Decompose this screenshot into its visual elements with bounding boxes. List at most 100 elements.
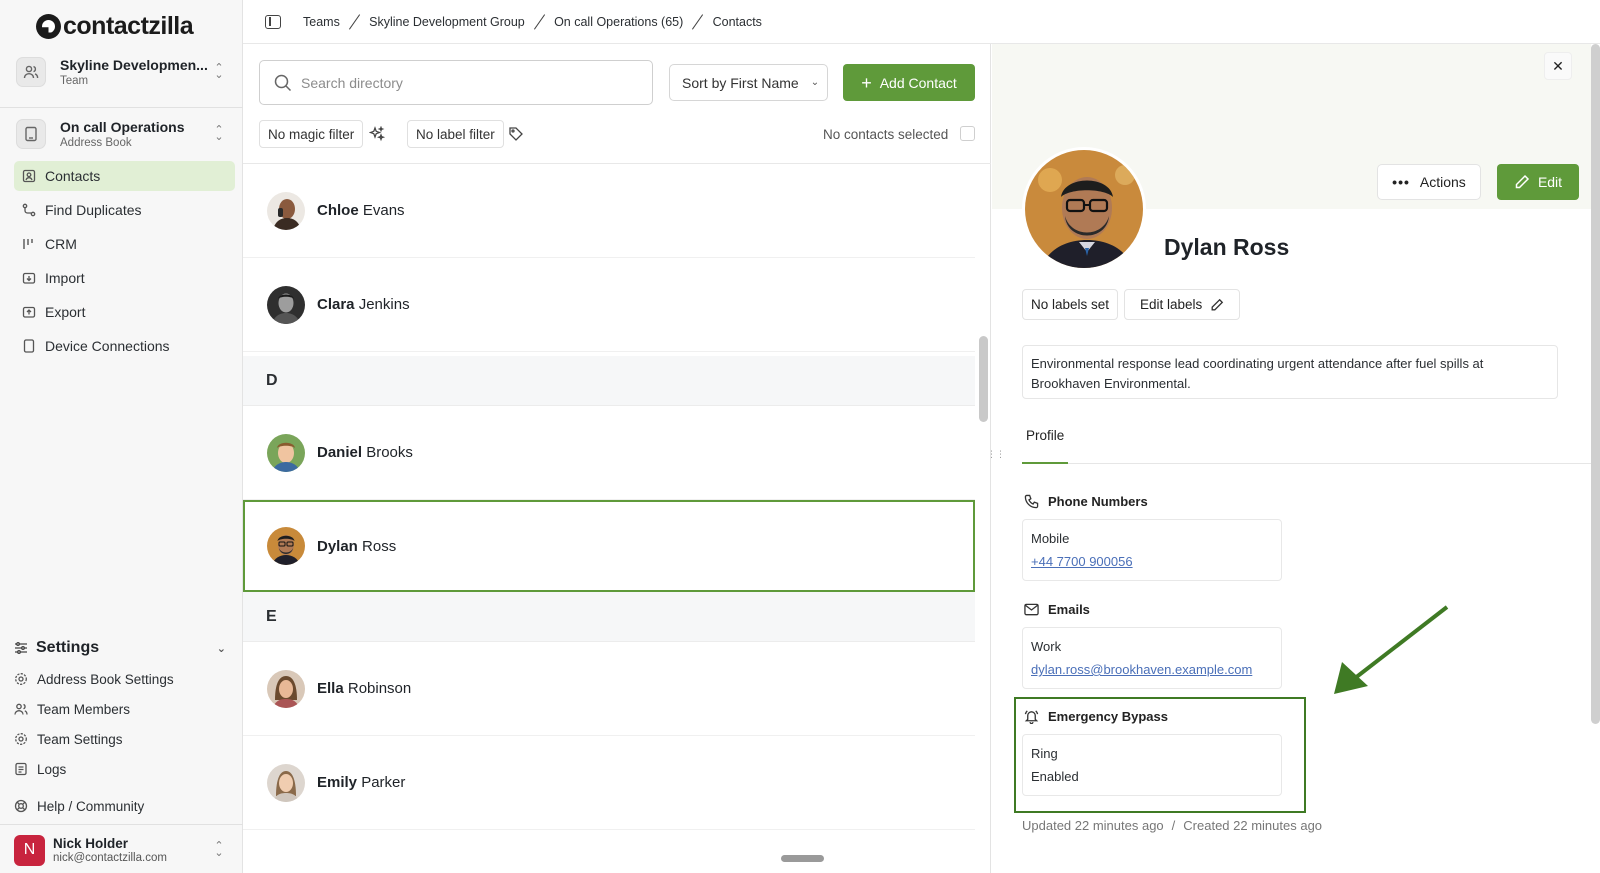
section-letter: D (243, 356, 975, 406)
address-book-switcher[interactable]: On call Operations Address Book ⌃ ⌄ (16, 108, 226, 160)
list-item[interactable]: Emily Parker (243, 736, 975, 830)
detail-scrollbar[interactable] (1591, 44, 1600, 724)
settings-item-label: Address Book Settings (37, 671, 174, 687)
active-tab-indicator (1022, 462, 1068, 464)
select-all-checkbox[interactable] (960, 126, 975, 141)
logo-icon (36, 13, 61, 39)
avatar (267, 433, 305, 472)
close-button[interactable]: ✕ (1544, 52, 1572, 80)
list-item-selected[interactable]: Dylan Ross (243, 500, 975, 592)
settings-team-members[interactable]: Team Members (14, 698, 130, 720)
section-letter: E (243, 592, 975, 642)
contact-name: Emily Parker (317, 774, 406, 791)
labels-status: No labels set (1022, 289, 1119, 320)
phone-link[interactable]: +44 7700 900056 (1031, 554, 1133, 569)
list-item[interactable]: Clara Jenkins (243, 258, 975, 352)
contact-detail-pane: ✕ ••• Actions Edit Dylan Ross No labels … (992, 44, 1591, 873)
breadcrumb-team[interactable]: Skyline Development Group (369, 15, 525, 29)
duplicates-icon (22, 203, 36, 217)
updated-time: Updated 22 minutes ago (1022, 818, 1164, 833)
users-icon (14, 702, 28, 716)
settings-team-settings[interactable]: Team Settings (14, 728, 123, 750)
team-switcher[interactable]: Skyline Developmen... Team ⌃ ⌄ (16, 46, 226, 98)
label-filter-button[interactable]: No label filter (407, 120, 504, 148)
search-box[interactable] (259, 60, 653, 105)
nav-export[interactable]: Export (14, 297, 235, 327)
gear-icon (14, 672, 28, 686)
email-heading-text: Emails (1048, 602, 1090, 617)
book-icon (16, 119, 46, 149)
chevron-down-icon: ⌄ (216, 642, 226, 655)
user-email: nick@contactzilla.com (53, 852, 167, 864)
sort-dropdown[interactable]: Sort by First Name ⌄ (669, 64, 828, 101)
export-icon (22, 305, 36, 319)
help-icon (14, 799, 28, 813)
nav-label: CRM (45, 236, 77, 252)
nav-import[interactable]: Import (14, 263, 235, 293)
nav-label: Contacts (45, 168, 101, 184)
close-icon: ✕ (1552, 57, 1564, 74)
tag-icon[interactable] (506, 124, 526, 144)
list-item[interactable]: Chloe Evans (243, 164, 975, 258)
help-community[interactable]: Help / Community (14, 795, 144, 817)
divider (0, 824, 243, 825)
contact-name: Clara Jenkins (317, 296, 410, 313)
avatar (267, 527, 305, 565)
actions-button[interactable]: ••• Actions (1377, 164, 1481, 200)
user-name: Nick Holder (53, 836, 129, 851)
pencil-icon (1211, 298, 1224, 310)
nav-find-duplicates[interactable]: Find Duplicates (14, 195, 235, 225)
contact-title: Dylan Ross (1164, 234, 1290, 260)
contact-name: Ella Robinson (317, 680, 412, 697)
settings-toggle[interactable]: Settings ⌄ (14, 637, 226, 659)
nav-device-connections[interactable]: Device Connections (14, 331, 235, 361)
contacts-icon (22, 169, 36, 183)
tab-profile[interactable]: Profile (1026, 424, 1064, 464)
contact-name: Chloe Evans (317, 202, 405, 219)
brand-logo[interactable]: contactzilla (36, 10, 194, 42)
edit-labels-button[interactable]: Edit labels (1124, 289, 1241, 320)
chevron-down-icon: ⌄ (810, 77, 820, 88)
email-type: Work (1031, 639, 1062, 654)
breadcrumb: Teams Skyline Development Group On call … (243, 0, 1600, 44)
sort-label: Sort by First Name (682, 74, 799, 91)
email-card: Work dylan.ross@brookhaven.example.com (1022, 627, 1282, 689)
edit-button[interactable]: Edit (1497, 164, 1579, 200)
sidebar-toggle-icon[interactable] (265, 14, 281, 29)
settings-address-book[interactable]: Address Book Settings (14, 668, 174, 690)
list-item[interactable]: Daniel Brooks (243, 406, 975, 500)
search-input[interactable] (301, 74, 631, 91)
list-scrollbar[interactable] (979, 336, 988, 422)
email-link[interactable]: dylan.ross@brookhaven.example.com (1031, 662, 1252, 677)
breadcrumb-teams[interactable]: Teams (303, 15, 340, 29)
sparkles-icon[interactable] (367, 124, 387, 144)
user-menu[interactable]: N Nick Holder nick@contactzilla.com ⌃ ⌄ (14, 834, 226, 866)
settings-item-label: Team Settings (37, 731, 123, 747)
label-filter-label: No label filter (416, 126, 495, 142)
phone-icon (1024, 494, 1039, 509)
highlight-box (1014, 697, 1306, 813)
brand-name: contactzilla (63, 11, 194, 40)
horizontal-scrollbar[interactable] (781, 855, 824, 862)
magic-filter-label: No magic filter (268, 126, 355, 142)
breadcrumb-separator (348, 13, 361, 30)
import-icon (22, 271, 36, 285)
contact-photo (1022, 147, 1146, 271)
breadcrumb-address-book[interactable]: On call Operations (65) (554, 15, 683, 29)
team-name: Skyline Developmen... (60, 57, 208, 73)
created-time: Created 22 minutes ago (1183, 818, 1323, 833)
annotation-arrow (1334, 605, 1449, 694)
magic-filter-button[interactable]: No magic filter (259, 120, 364, 148)
edit-label: Edit (1537, 174, 1563, 190)
list-item[interactable]: Ella Robinson (243, 642, 975, 736)
settings-item-label: Team Members (37, 701, 131, 717)
settings-title: Settings (36, 639, 100, 656)
nav-crm[interactable]: CRM (14, 229, 235, 259)
chevron-updown-icon: ⌃ ⌄ (214, 840, 224, 859)
nav-contacts[interactable]: Contacts (14, 161, 235, 191)
add-contact-button[interactable]: + Add Contact (843, 64, 975, 101)
device-icon (22, 339, 36, 353)
settings-logs[interactable]: Logs (14, 758, 66, 780)
nav-label: Device Connections (45, 338, 170, 354)
pencil-icon (1515, 174, 1529, 189)
